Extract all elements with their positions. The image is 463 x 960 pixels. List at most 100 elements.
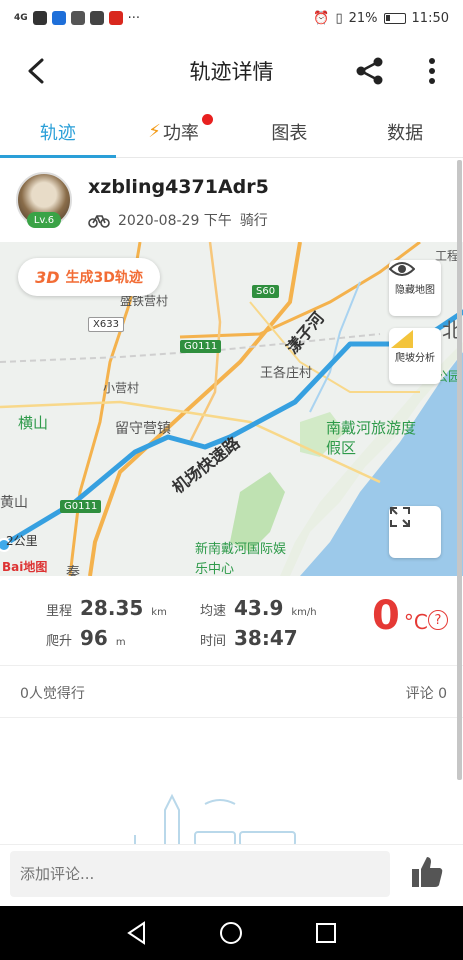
badge-x633: X633 — [88, 317, 124, 332]
tab-data-label: 数据 — [387, 122, 424, 144]
climb-value: 96 — [80, 626, 108, 650]
label-liushouying: 留守营镇 — [115, 421, 171, 437]
time-label: 时间 — [200, 634, 227, 649]
city-illustration — [134, 793, 296, 846]
ride-stats: 里程 28.35 km 均速 43.9 km/h 爬升 96 m 时间 38:4… — [0, 576, 463, 666]
shield-app-icon — [51, 11, 66, 25]
ride-profile: xzbling4371Adr5 2020-08-29 下午 骑行 — [0, 158, 463, 242]
climb-label: 爬升 — [46, 634, 73, 649]
status-left-icons: 4G ··· — [14, 11, 140, 26]
vertical-dots-icon — [429, 58, 435, 84]
label-huangshan: 黄山 — [0, 495, 28, 511]
wechat-icon — [89, 11, 104, 25]
badge-g0111-bottom: G0111 — [60, 500, 102, 513]
comment-input[interactable] — [10, 851, 390, 897]
stat-speed: 均速 43.9 km/h — [200, 596, 317, 620]
likes-count[interactable]: 0人觉得行 — [20, 683, 85, 703]
ride-date: 2020-08-29 下午 — [118, 213, 232, 229]
notification-badge — [201, 114, 213, 125]
tab-bar: 轨迹 ⚡ 功率 图表 数据 — [0, 106, 463, 158]
tab-power-label: 功率 — [162, 122, 199, 144]
mcdonalds-icon — [108, 11, 123, 25]
share-icon — [356, 57, 383, 85]
scrollbar[interactable] — [457, 160, 462, 780]
stat-distance: 里程 28.35 km — [46, 596, 167, 620]
hide-map-button[interactable]: 隐藏地图 — [389, 260, 441, 316]
share-button[interactable] — [354, 56, 386, 86]
climb-unit: m — [115, 637, 126, 648]
comments-count[interactable]: 评论 0 — [406, 683, 447, 703]
track-map[interactable]: 盛铁营村 X633 S60 G0111 G0111 漾子河 小营村 王各庄村 横… — [0, 242, 463, 576]
climb-analysis-button[interactable]: 爬坡分析 — [389, 328, 441, 384]
like-button[interactable] — [410, 855, 444, 891]
system-nav-bar — [0, 906, 463, 960]
back-button[interactable] — [22, 56, 50, 86]
generate-3d-label: 生成3D轨迹 — [65, 270, 143, 286]
stat-time: 时间 38:47 — [200, 626, 298, 650]
lightning-icon: ⚡ — [148, 121, 161, 142]
social-row: 0人觉得行 评论 0 — [0, 666, 463, 718]
slope-icon — [391, 330, 413, 348]
speed-label: 均速 — [200, 604, 227, 619]
speed-value: 43.9 — [234, 596, 284, 620]
fullscreen-button[interactable] — [389, 506, 441, 558]
time-value: 38:47 — [234, 626, 298, 650]
3d-icon: 3D — [35, 267, 60, 287]
help-icon[interactable]: ? — [428, 610, 448, 630]
temperature-unit: °C — [403, 610, 428, 634]
map-scale: 2公里 — [6, 534, 38, 548]
page-title: 轨迹详情 — [189, 60, 274, 84]
status-bar: 4G ··· ⏰ ▯ 21% 11:50 — [0, 0, 463, 36]
alarm-icon: ⏰ — [313, 10, 330, 26]
label-wanggezhuang: 王各庄村 — [260, 366, 313, 381]
clock: 11:50 — [411, 10, 449, 26]
generate-3d-track-button[interactable]: 3D 生成3D轨迹 — [18, 258, 160, 296]
stat-climb: 爬升 96 m — [46, 626, 126, 650]
label-xiaoying: 小营村 — [103, 381, 140, 395]
home-circle-icon[interactable] — [218, 920, 244, 946]
tab-charts[interactable]: 图表 — [232, 106, 348, 157]
hide-map-label: 隐藏地图 — [395, 284, 435, 296]
level-badge: Lv.6 — [27, 212, 61, 228]
username[interactable]: xzbling4371Adr5 — [88, 176, 269, 198]
recents-square-icon[interactable] — [313, 920, 339, 946]
ride-meta: 2020-08-29 下午 骑行 — [88, 210, 268, 230]
distance-unit: km — [151, 607, 167, 618]
more-notifications: ··· — [127, 10, 141, 26]
climb-analysis-label: 爬坡分析 — [395, 352, 435, 364]
tab-track-label: 轨迹 — [39, 122, 76, 144]
bicycle-icon — [88, 215, 110, 228]
ride-activity: 骑行 — [239, 213, 268, 229]
back-triangle-icon[interactable] — [124, 920, 150, 946]
thumbs-up-icon — [412, 857, 443, 887]
tab-charts-label: 图表 — [271, 122, 308, 144]
distance-label: 里程 — [46, 604, 73, 619]
temperature: 0 °C — [372, 596, 428, 636]
mail-icon — [70, 11, 85, 25]
label-qin: 秦 — [66, 565, 80, 576]
label-nandaihe-resort: 南戴河旅游度假区 — [326, 419, 417, 457]
battery-icon — [383, 12, 406, 24]
comment-bar — [0, 844, 463, 906]
distance-value: 28.35 — [80, 596, 144, 620]
more-options-button[interactable] — [420, 56, 444, 86]
header-bar: 轨迹详情 — [0, 36, 463, 106]
baidu-map-logo: Bai地图 — [2, 560, 48, 574]
tab-data[interactable]: 数据 — [347, 106, 463, 157]
badge-s60: S60 — [252, 285, 280, 298]
temperature-value: 0 — [372, 593, 400, 639]
speed-unit: km/h — [291, 607, 317, 618]
status-right: ⏰ ▯ 21% 11:50 — [313, 11, 449, 26]
badge-g0111-top: G0111 — [180, 340, 222, 353]
tab-track[interactable]: 轨迹 — [0, 106, 116, 158]
chevron-left-icon — [28, 58, 44, 84]
eye-icon — [389, 262, 415, 276]
signal-indicator: 4G — [14, 13, 28, 23]
tab-power[interactable]: ⚡ 功率 — [116, 106, 232, 157]
label-xinnandaihe: 新南戴河国际娱乐中心 — [195, 542, 287, 576]
battery-percent: 21% — [348, 10, 378, 26]
expand-icon — [390, 507, 410, 527]
vibrate-icon: ▯ — [335, 10, 343, 26]
label-hengshan: 横山 — [18, 414, 49, 432]
app-notification-icon — [32, 11, 47, 25]
